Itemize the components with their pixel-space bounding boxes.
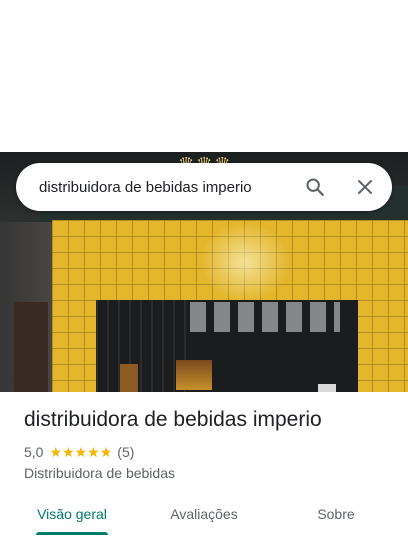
search-input[interactable]: distribuidora de bebidas imperio xyxy=(39,179,296,196)
rating-value: 5,0 xyxy=(24,444,44,460)
metal-grate xyxy=(96,300,186,392)
place-title: distribuidora de bebidas imperio xyxy=(24,408,322,431)
star-rating: ★ ★ ★ ★ ★ xyxy=(49,445,112,459)
selected-tab-indicator xyxy=(36,532,108,535)
star-icon: ★ xyxy=(62,444,75,460)
star-icon: ★ xyxy=(87,444,100,460)
star-icon: ★ xyxy=(49,444,63,460)
map-area xyxy=(0,0,408,152)
search-bar[interactable]: distribuidora de bebidas imperio xyxy=(16,163,392,211)
tab-reviews[interactable]: Avaliações xyxy=(144,492,264,536)
close-icon[interactable] xyxy=(346,168,384,206)
search-icon[interactable] xyxy=(296,168,334,206)
place-tabs: Visão geral Avaliações Sobre xyxy=(0,492,408,536)
place-category: Distribuidora de bebidas xyxy=(24,465,175,481)
star-icon: ★ xyxy=(99,444,113,460)
star-icon: ★ xyxy=(74,444,88,460)
review-count[interactable]: (5) xyxy=(117,444,134,460)
rating-row[interactable]: 5,0 ★ ★ ★ ★ ★ (5) xyxy=(24,444,134,460)
tab-overview[interactable]: Visão geral xyxy=(12,492,132,536)
tab-about[interactable]: Sobre xyxy=(276,492,396,536)
